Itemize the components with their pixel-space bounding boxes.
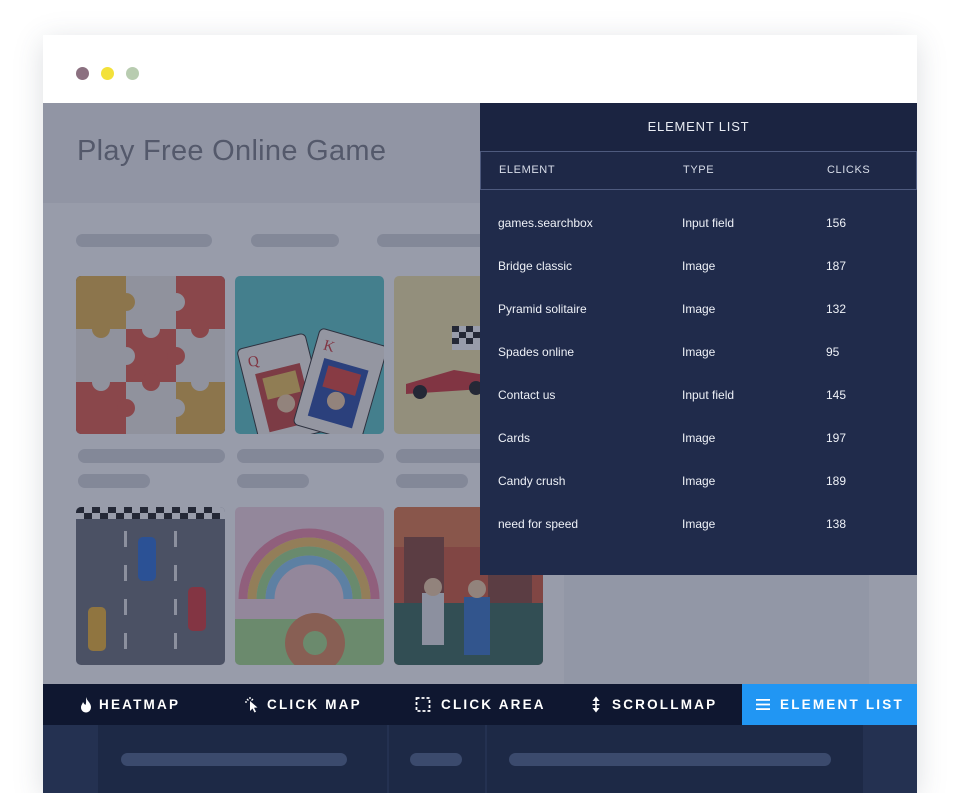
element-clicks-cell: 132 xyxy=(826,302,847,316)
tab-label: HEATMAP xyxy=(99,697,181,712)
mode-toolbar: HEATMAP CLICK MAP CLICK AREA SCROLLMAP E… xyxy=(43,684,917,725)
tab-click-map[interactable]: CLICK MAP xyxy=(215,684,387,725)
element-name-cell: Bridge classic xyxy=(498,259,573,273)
element-type-cell: Input field xyxy=(682,388,735,402)
tab-scrollmap[interactable]: SCROLLMAP xyxy=(559,684,742,725)
tab-label: CLICK MAP xyxy=(267,697,362,712)
element-name-cell: games.searchbox xyxy=(498,216,593,230)
window-maximize-dot[interactable] xyxy=(126,67,139,80)
column-header-clicks[interactable]: CLICKS xyxy=(827,152,870,189)
placeholder-column xyxy=(487,725,863,793)
table-row[interactable]: Pyramid solitaire Image 132 xyxy=(480,288,917,331)
table-row[interactable]: Contact us Input field 145 xyxy=(480,374,917,417)
pointer-click-icon xyxy=(245,697,258,713)
element-name-cell: Spades online xyxy=(498,345,575,359)
placeholder-bar xyxy=(410,753,462,766)
element-name-cell: Pyramid solitaire xyxy=(498,302,587,316)
tab-label: ELEMENT LIST xyxy=(780,697,904,712)
window-minimize-dot[interactable] xyxy=(101,67,114,80)
placeholder-column xyxy=(98,725,387,793)
element-clicks-cell: 189 xyxy=(826,474,847,488)
element-clicks-cell: 95 xyxy=(826,345,840,359)
element-list-panel: ELEMENT LIST ELEMENT TYPE CLICKS games.s… xyxy=(480,103,917,575)
dashed-square-icon xyxy=(415,697,431,712)
element-type-cell: Image xyxy=(682,302,716,316)
flame-icon xyxy=(81,697,91,713)
vertical-arrows-icon xyxy=(592,696,600,713)
table-row[interactable]: need for speed Image 138 xyxy=(480,503,917,546)
placeholder-bar xyxy=(509,753,831,766)
element-clicks-cell: 197 xyxy=(826,431,847,445)
element-type-cell: Image xyxy=(682,517,716,531)
tab-click-area[interactable]: CLICK AREA xyxy=(387,684,559,725)
table-row[interactable]: Bridge classic Image 187 xyxy=(480,245,917,288)
column-header-element[interactable]: ELEMENT xyxy=(499,152,555,189)
window-close-dot[interactable] xyxy=(76,67,89,80)
element-list-title: ELEMENT LIST xyxy=(480,103,917,151)
tab-heatmap[interactable]: HEATMAP xyxy=(43,684,215,725)
element-type-cell: Image xyxy=(682,345,716,359)
element-clicks-cell: 187 xyxy=(826,259,847,273)
table-row[interactable]: Cards Image 197 xyxy=(480,417,917,460)
element-name-cell: need for speed xyxy=(498,517,579,531)
table-row[interactable]: games.searchbox Input field 156 xyxy=(480,202,917,245)
window-titlebar xyxy=(43,35,917,103)
element-list-header: ELEMENT TYPE CLICKS xyxy=(480,151,917,190)
element-type-cell: Image xyxy=(682,259,716,273)
element-type-cell: Input field xyxy=(682,216,735,230)
browser-window: Play Free Online Game Q K ELEMENT LIST E… xyxy=(43,35,917,793)
tab-element-list[interactable]: ELEMENT LIST xyxy=(742,684,917,725)
list-icon xyxy=(756,699,770,710)
element-name-cell: Contact us xyxy=(498,388,556,402)
table-row[interactable]: Spades online Image 95 xyxy=(480,331,917,374)
table-row[interactable]: Candy crush Image 189 xyxy=(480,460,917,503)
placeholder-bar xyxy=(121,753,347,766)
column-header-type[interactable]: TYPE xyxy=(683,152,714,189)
element-clicks-cell: 156 xyxy=(826,216,847,230)
placeholder-column xyxy=(389,725,485,793)
tab-label: SCROLLMAP xyxy=(612,697,718,712)
element-name-cell: Candy crush xyxy=(498,474,566,488)
element-clicks-cell: 138 xyxy=(826,517,847,531)
element-clicks-cell: 145 xyxy=(826,388,847,402)
element-type-cell: Image xyxy=(682,431,716,445)
element-name-cell: Cards xyxy=(498,431,531,445)
element-type-cell: Image xyxy=(682,474,716,488)
bottom-strip xyxy=(43,725,917,793)
tab-label: CLICK AREA xyxy=(441,697,546,712)
